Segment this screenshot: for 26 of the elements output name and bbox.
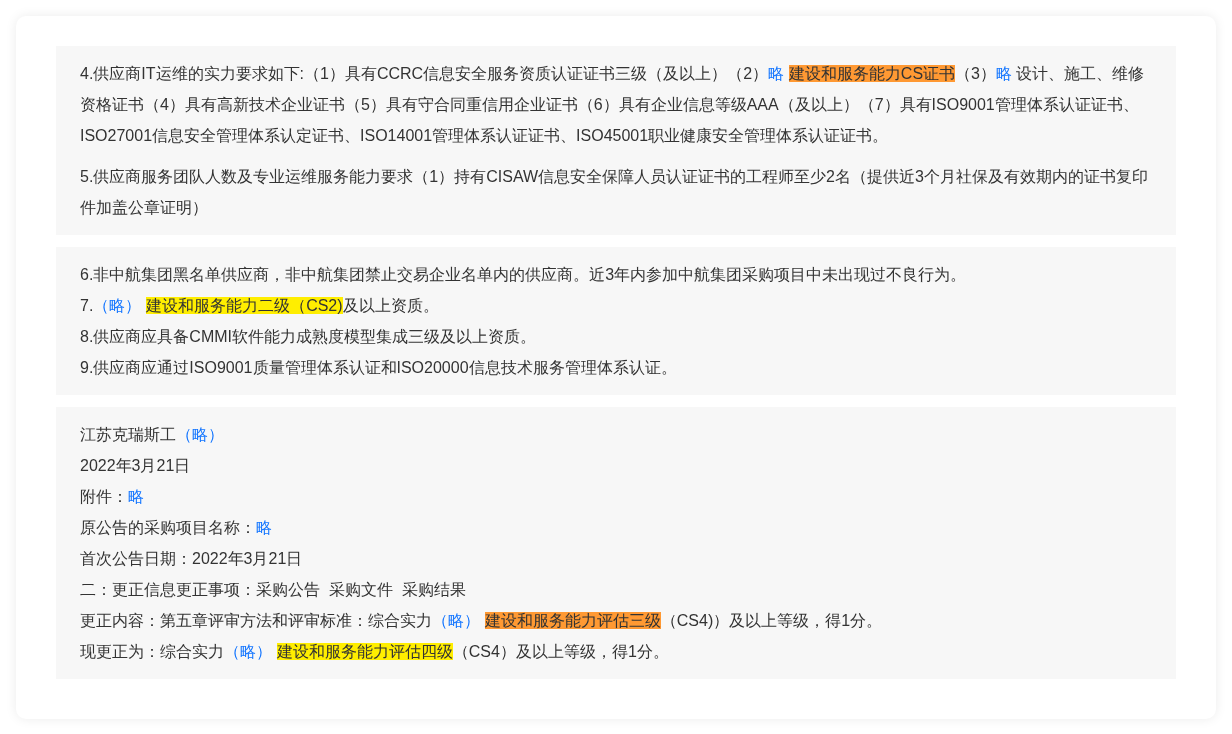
highlighted-text: 建设和服务能力评估三级 [484,612,661,629]
link[interactable]: （略） [176,426,224,443]
highlighted-text: 建设和服务能力二级（CS2) [146,297,343,314]
paragraph: 9.供应商应通过ISO9001质量管理体系认证和ISO20000信息技术服务管理体系认证。 [80,358,678,378]
paragraph: 7.（略） 建设和服务能力二级（CS2)及以上资质。 [80,296,440,316]
paragraph: 更正内容：第五章评审方法和评审标准：综合实力（略） 建设和服务能力评估三级（CS4)）及以上等级，得1分。 [80,611,884,631]
link[interactable]: 略 [768,65,785,82]
link[interactable]: 略 [995,65,1012,82]
paragraph: 首次公告日期：2022年3月21日 [80,549,304,569]
link[interactable]: （略） [224,643,272,660]
link[interactable]: （略） [93,297,142,314]
paragraph: 二：更正信息更正事项：采购公告 采购文件 采购结果 [80,580,467,600]
paragraph: 现更正为：综合实力（略） 建设和服务能力评估四级（CS4）及以上等级，得1分。 [80,642,670,662]
paragraph: 4.供应商IT运维的实力要求如下:（1）具有CCRC信息安全服务资质认证证书三级（及以上）（2）略 建设和服务能力CS证书（3）略 设计、施工、维修资格证书（4）具有高新技术企业证书（5）具有守合同重信用企业证书（6）具有企业信息等级AAA（及以上）（7）具有ISO9001管理体系认证证书、 ISO27001信息安全管理体系认定证书、ISO14001管理体系认证证书、ISO45001职业健康安全管理体系认证证书。 [80,64,1146,146]
link[interactable]: 略 [128,488,144,505]
paragraph: 6.非中航集团黑名单供应商，非中航集团禁止交易企业名单内的供应商。近3年内参加中航集团采购项目中未出现过不良行为。 [80,265,968,285]
paragraph: 5.供应商服务团队人数及专业运维服务能力要求（1）持有CISAW信息安全保障人员认证证书的工程师至少2名（提供近3个月社保及有效期内的证书复印件加盖公章证明） [80,167,1149,218]
link[interactable]: 略 [256,519,272,536]
paragraph: 附件：略 [80,487,145,507]
paragraph: 2022年3月21日 [80,456,192,476]
highlighted-text: 建设和服务能力CS证书 [788,65,956,82]
link[interactable]: （略） [432,612,480,629]
paragraph: 原公告的采购项目名称：略 [80,518,273,538]
highlighted-text: 建设和服务能力评估四级 [276,643,453,660]
paragraph: 江苏克瑞斯工（略） [80,425,225,445]
paragraph: 8.供应商应具备CMMI软件能力成熟度模型集成三级及以上资质。 [80,327,537,347]
